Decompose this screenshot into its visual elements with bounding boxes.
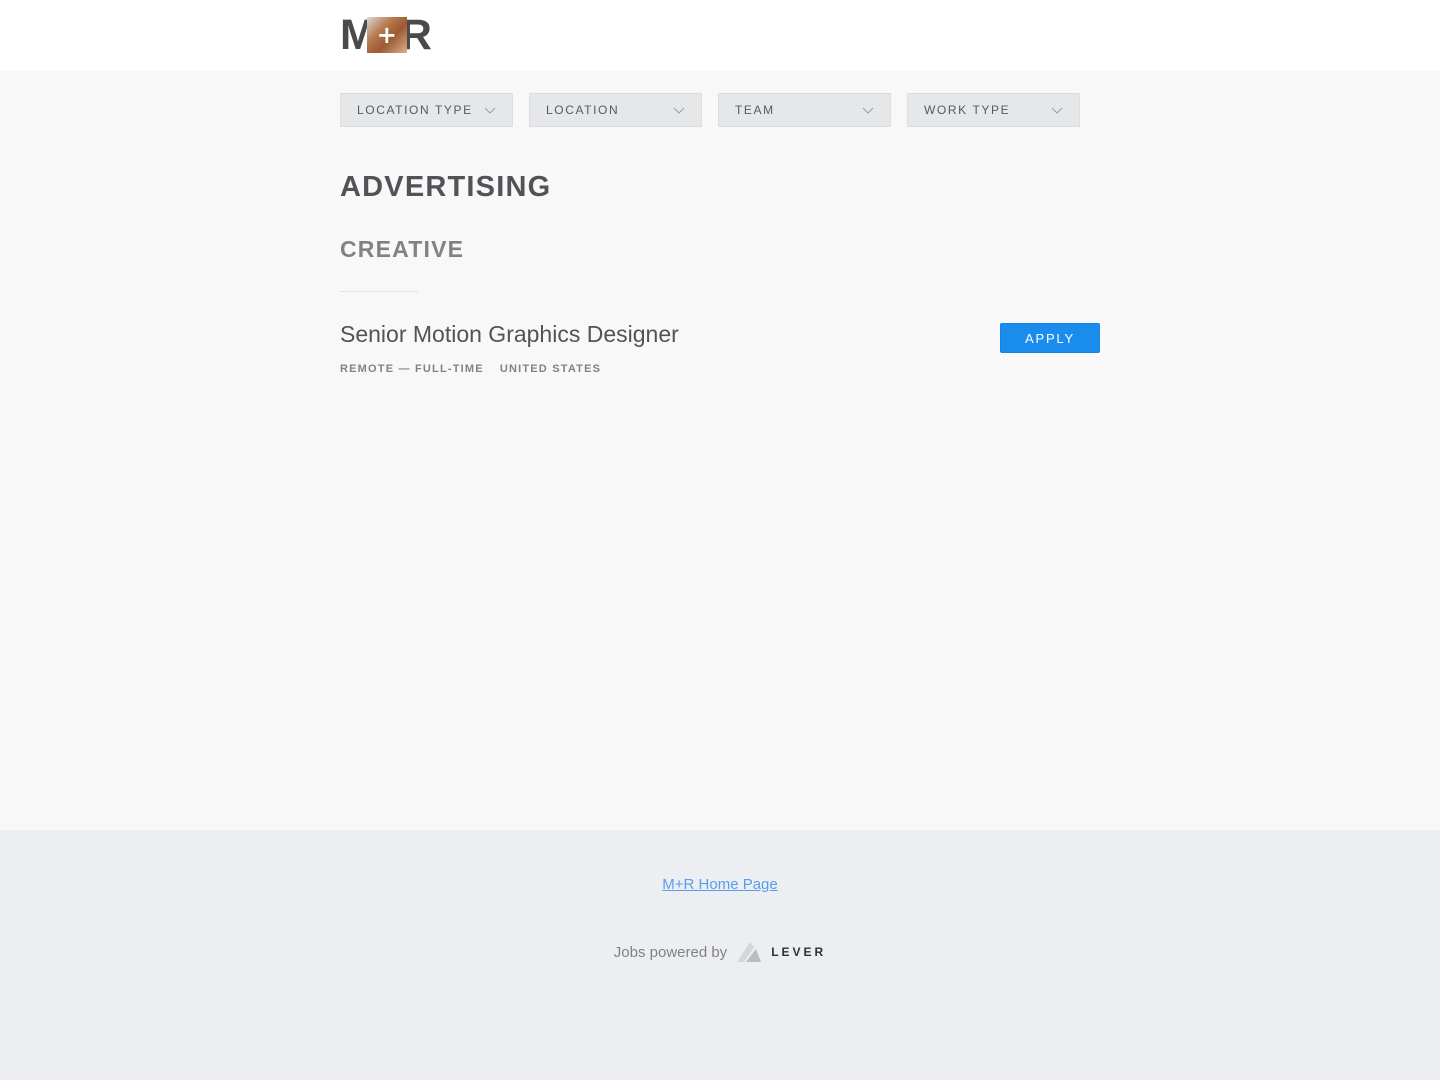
lever-logo-link[interactable]: LEVER (737, 940, 826, 964)
chevron-down-icon (484, 107, 496, 114)
site-footer: M+R Home Page Jobs powered by LEVER (0, 830, 1440, 1080)
chevron-down-icon (1051, 107, 1063, 114)
filter-work-type[interactable]: WORK TYPE (907, 93, 1080, 127)
chevron-down-icon (673, 107, 685, 114)
filter-label: WORK TYPE (924, 103, 1011, 117)
filter-team[interactable]: TEAM (718, 93, 891, 127)
filter-location-type[interactable]: LOCATION TYPE (340, 93, 513, 127)
main-content: LOCATION TYPE LOCATION TEAM WORK TYPE AD… (0, 71, 1440, 830)
home-link-wrapper: M+R Home Page (0, 876, 1440, 893)
logo-image-block: + (366, 17, 407, 53)
company-home-link[interactable]: M+R Home Page (662, 876, 777, 893)
apply-button[interactable]: APPLY (1000, 323, 1100, 353)
lever-logo-icon (737, 942, 762, 962)
site-header: M + R (0, 0, 1440, 71)
job-title-link[interactable]: Senior Motion Graphics Designer (340, 321, 679, 348)
job-location: UNITED STATES (499, 363, 602, 375)
lever-wordmark: LEVER (771, 945, 827, 959)
filter-label: TEAM (735, 103, 775, 117)
team-title: CREATIVE (340, 236, 465, 262)
filter-label: LOCATION (546, 103, 620, 117)
logo-plus-glyph: + (376, 21, 397, 49)
filter-bar: LOCATION TYPE LOCATION TEAM WORK TYPE (340, 93, 1080, 127)
company-logo[interactable]: M + R (340, 14, 436, 57)
filter-location[interactable]: LOCATION (529, 93, 702, 127)
section-divider (340, 291, 418, 292)
job-meta: REMOTE — FULL-TIME UNITED STATES (340, 363, 601, 375)
job-posting: Senior Motion Graphics Designer REMOTE —… (340, 321, 1100, 391)
powered-by: Jobs powered by LEVER (0, 940, 1440, 964)
department-title: ADVERTISING (340, 171, 552, 203)
powered-by-text: Jobs powered by (613, 943, 728, 961)
chevron-down-icon (862, 107, 874, 114)
job-commitment: REMOTE — FULL-TIME (340, 363, 484, 375)
filter-label: LOCATION TYPE (357, 103, 473, 117)
